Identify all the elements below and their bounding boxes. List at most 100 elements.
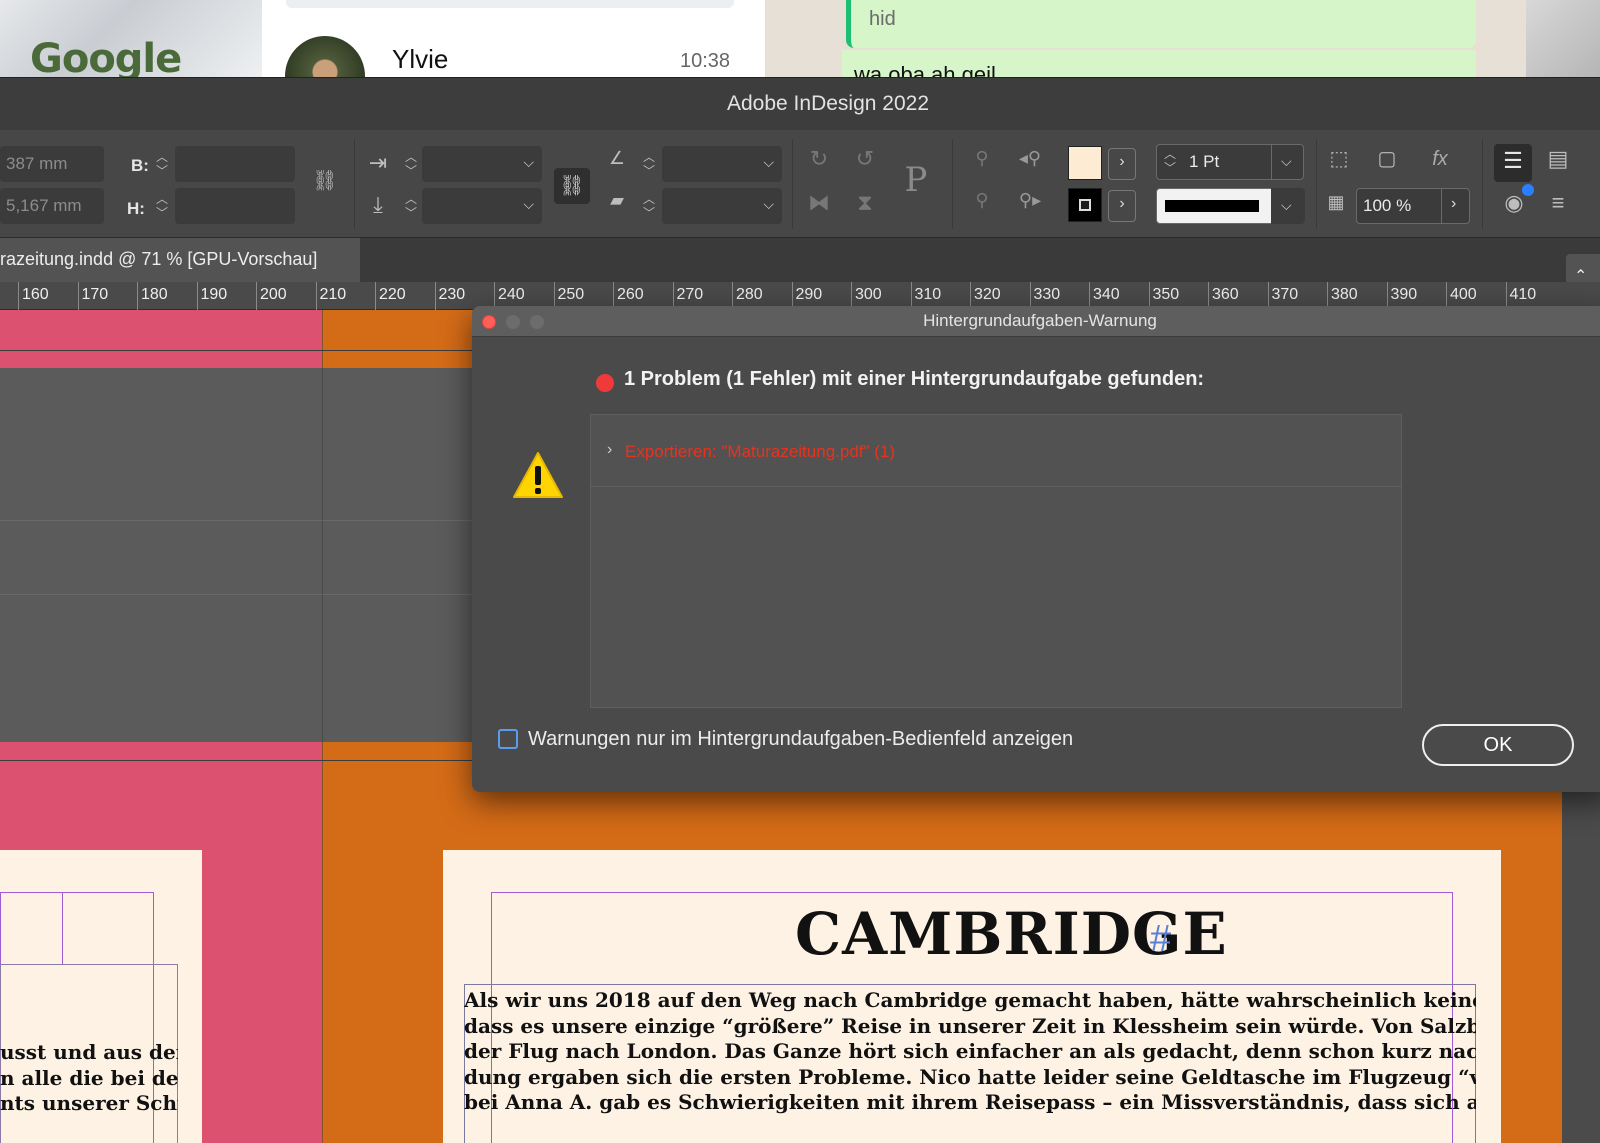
ruler-tick-label: 160 xyxy=(22,286,49,303)
chevron-down-icon[interactable]: ⌵ xyxy=(763,196,774,213)
x-position-field[interactable]: 387 mm xyxy=(0,146,104,182)
align-center-icon[interactable]: ≡ xyxy=(1540,190,1576,216)
chevron-down-icon[interactable]: ⌵ xyxy=(1281,197,1292,214)
show-warnings-checkbox[interactable] xyxy=(498,729,518,749)
notification-dot xyxy=(1522,184,1534,196)
stroke-type-preview xyxy=(1165,200,1259,212)
link-scale-button[interactable]: ⛓ xyxy=(554,168,590,204)
chevron-down-icon[interactable]: ⌵ xyxy=(1281,153,1292,170)
text-line: bei Anna A. gab es Schwierigkeiten mit i… xyxy=(464,1090,1476,1114)
ruler-tick-label: 240 xyxy=(498,286,525,303)
warning-icon xyxy=(513,452,563,498)
height-stepper[interactable]: ︿ ﹀ xyxy=(151,188,173,224)
error-dot-icon xyxy=(596,374,614,392)
flip-vertical-icon[interactable]: ⧗ xyxy=(850,190,880,216)
constrain-proportions-icon[interactable]: ⛓ xyxy=(310,168,340,193)
fill-menu-button[interactable]: › xyxy=(1108,148,1136,180)
shear-field[interactable]: ⌵ xyxy=(662,188,782,224)
ruler-tick-label: 400 xyxy=(1450,286,1477,303)
ruler-tick-line xyxy=(77,282,79,310)
checkbox-label[interactable]: Warnungen nur im Hintergrundaufgaben-Bed… xyxy=(528,728,1073,751)
left-page-text[interactable]: usst und aus dem n alle die bei der nts … xyxy=(0,1040,178,1117)
chevron-right-icon[interactable]: › xyxy=(607,441,612,459)
stroke-menu-button[interactable]: › xyxy=(1108,190,1136,222)
flip-horizontal-icon[interactable]: ⧓ xyxy=(804,190,834,216)
chevron-right-icon[interactable]: › xyxy=(1451,195,1456,213)
stroke-weight-stepper[interactable]: ︿ ﹀ xyxy=(1159,143,1181,179)
google-logo: Google xyxy=(30,36,182,78)
ruler-tick-label: 210 xyxy=(319,286,347,303)
article-body-text[interactable]: Als wir uns 2018 auf den Weg nach Cambri… xyxy=(464,988,1476,1116)
separator xyxy=(1441,189,1442,223)
ruler-tick-label: 190 xyxy=(200,286,228,303)
effects-fx-icon[interactable]: fx xyxy=(1422,148,1458,171)
dialog-heading: 1 Problem (1 Fehler) mit einer Hintergru… xyxy=(624,368,1205,390)
screen: Google Ylvie 10:38 hid wa oba ah geil Ad… xyxy=(0,0,1600,1143)
text-line: dung ergaben sich die ersten Probleme. N… xyxy=(464,1064,1476,1089)
avatar[interactable] xyxy=(285,36,365,78)
ruler-tick-label: 320 xyxy=(974,286,1001,303)
y-position-field[interactable]: 5,167 mm xyxy=(0,188,104,224)
select-next-icon[interactable]: ⚲▸ xyxy=(1012,190,1048,211)
separator xyxy=(1316,139,1317,229)
ruler-tick-label: 390 xyxy=(1390,286,1418,303)
width-stepper[interactable]: ︿ ﹀ xyxy=(151,146,173,182)
stroke-weight-value: 1 Pt xyxy=(1189,152,1220,171)
chat-search-field[interactable] xyxy=(286,0,734,8)
stroke-weight-field[interactable]: ︿ ﹀ 1 Pt ⌵ xyxy=(1156,144,1304,180)
ruler-tick-label: 340 xyxy=(1093,286,1120,303)
chevron-down-icon[interactable]: ⌵ xyxy=(523,154,534,171)
spine-line xyxy=(322,310,323,1143)
separator xyxy=(354,139,355,229)
spread-left-bleed xyxy=(0,310,322,368)
select-container-icon[interactable]: ⚲ xyxy=(968,148,996,169)
fill-swatch[interactable] xyxy=(1068,146,1102,180)
height-field[interactable] xyxy=(175,188,295,224)
text-wrap-bounding-box-icon[interactable]: ▤ xyxy=(1540,146,1576,172)
scale-y-field[interactable]: ⌵ xyxy=(422,188,542,224)
ruler-tick-label: 380 xyxy=(1331,286,1358,303)
chevron-down-icon[interactable]: ⌵ xyxy=(523,196,534,213)
ruler-tick-label: 370 xyxy=(1271,286,1299,303)
rotate-stepper[interactable]: ︿ ﹀ xyxy=(638,146,660,182)
scale-y-stepper[interactable]: ︿ ﹀ xyxy=(400,188,422,224)
rotate-angle-icon: ∠ xyxy=(608,148,626,168)
rotate-cw-icon[interactable]: ↻ xyxy=(804,146,834,172)
shear-angle-icon: ▰ xyxy=(610,190,624,210)
chat-contact-name[interactable]: Ylvie xyxy=(392,44,448,75)
ruler-tick-label: 310 xyxy=(914,286,942,303)
frame-icon[interactable]: ▢ xyxy=(1372,146,1402,171)
background-tasks-warning-dialog: Hintergrundaufgaben-Warnung 1 Problem (1… xyxy=(472,306,1600,792)
scale-x-stepper[interactable]: ︿ ﹀ xyxy=(400,146,422,182)
ok-button[interactable]: OK xyxy=(1422,724,1574,766)
reference-point-icon[interactable]: P xyxy=(896,160,936,200)
guide-line xyxy=(0,520,480,521)
scale-x-field[interactable]: ⌵ xyxy=(422,146,542,182)
stroke-type-select[interactable]: ⌵ xyxy=(1156,188,1305,224)
dialog-titlebar[interactable]: Hintergrundaufgaben-Warnung xyxy=(472,306,1600,337)
select-content-icon[interactable]: ⚲ xyxy=(968,190,996,211)
rotate-ccw-icon[interactable]: ↺ xyxy=(850,146,880,172)
text-wrap-none-button[interactable]: ☰ xyxy=(1494,144,1532,182)
rotate-field[interactable]: ⌵ xyxy=(662,146,782,182)
control-bar: 387 mm 5,167 mm B: H: ︿ ﹀ ︿ ﹀ ⛓ ⇥ ⤓ ︿ ﹀ ︿ ﹀ … xyxy=(0,130,1600,238)
separator xyxy=(792,139,793,229)
ruler-tick-label: 270 xyxy=(676,286,704,303)
select-previous-icon[interactable]: ◂⚲ xyxy=(1012,148,1048,169)
document-tabbar: razeitung.indd @ 71 % [GPU-Vorschau] ⌃ S xyxy=(0,238,1600,303)
text-line: n alle die bei der xyxy=(0,1065,178,1090)
problem-list[interactable]: › Exportieren: "Maturazeitung.pdf" (1) xyxy=(590,414,1402,708)
list-item[interactable]: › Exportieren: "Maturazeitung.pdf" (1) xyxy=(591,415,1401,487)
ruler-tick-label: 280 xyxy=(736,286,763,303)
width-field[interactable] xyxy=(175,146,295,182)
chevron-down-icon[interactable]: ⌵ xyxy=(763,154,774,171)
stroke-swatch[interactable] xyxy=(1068,188,1102,222)
scale-x-icon: ⇥ xyxy=(368,150,388,175)
shear-stepper[interactable]: ︿ ﹀ xyxy=(638,188,660,224)
document-tab[interactable]: razeitung.indd @ 71 % [GPU-Vorschau] xyxy=(0,238,360,282)
opacity-field[interactable]: 100 % › xyxy=(1356,188,1470,224)
ruler-tick-label: 410 xyxy=(1509,286,1537,303)
corner-options-icon[interactable]: ⬚ xyxy=(1324,146,1354,171)
ruler-tick-label: 250 xyxy=(557,286,585,303)
background-window xyxy=(1526,0,1600,78)
